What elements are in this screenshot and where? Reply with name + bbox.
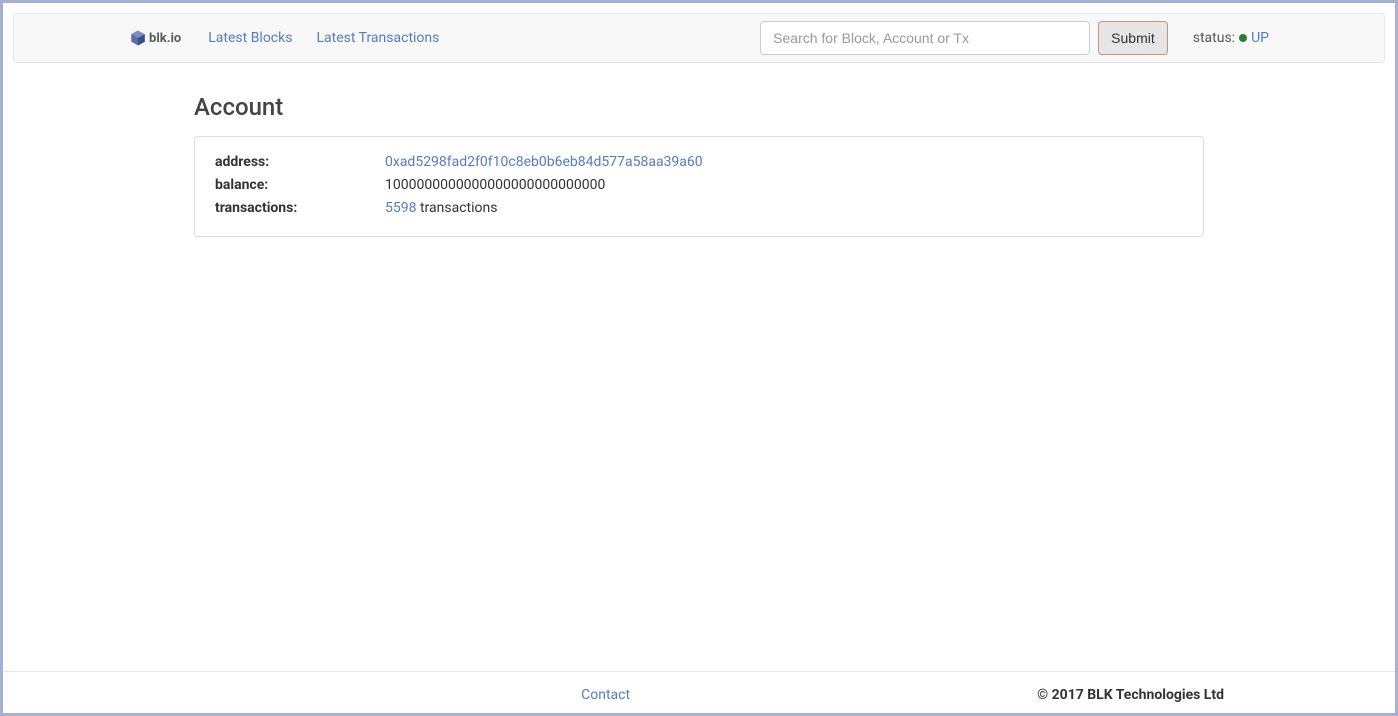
search-form: Submit: [760, 21, 1168, 55]
address-link[interactable]: 0xad5298fad2f0f10c8eb0b6eb84d577a58aa39a…: [385, 154, 703, 170]
nav-links: Latest Blocks Latest Transactions: [196, 15, 451, 61]
nav-latest-transactions[interactable]: Latest Transactions: [304, 15, 451, 61]
search-input[interactable]: [760, 21, 1090, 55]
account-panel: address: 0xad5298fad2f0f10c8eb0b6eb84d57…: [194, 136, 1204, 237]
status-value[interactable]: UP: [1251, 30, 1269, 46]
transactions-row: transactions: 5598 transactions: [215, 198, 1183, 219]
brand-text: blk.io: [149, 31, 181, 46]
status: status: UP: [1193, 30, 1269, 46]
submit-button[interactable]: Submit: [1098, 21, 1168, 55]
page-title: Account: [194, 93, 1204, 121]
transactions-label: transactions:: [215, 198, 385, 219]
contact-link[interactable]: Contact: [581, 687, 630, 703]
balance-row: balance: 1000000000000000000000000000: [215, 175, 1183, 196]
brand-link[interactable]: blk.io: [129, 29, 181, 47]
footer: Contact © 2017 BLK Technologies Ltd: [3, 671, 1395, 713]
nav-latest-blocks[interactable]: Latest Blocks: [196, 15, 304, 61]
cube-icon: [129, 29, 147, 47]
status-dot-icon: [1239, 34, 1247, 42]
transactions-value: 5598 transactions: [385, 198, 497, 219]
navbar: blk.io Latest Blocks Latest Transactions…: [13, 13, 1385, 63]
status-label: status:: [1193, 30, 1235, 46]
balance-value: 1000000000000000000000000000: [385, 175, 605, 196]
address-label: address:: [215, 152, 385, 173]
transactions-count-link[interactable]: 5598: [385, 200, 416, 216]
address-row: address: 0xad5298fad2f0f10c8eb0b6eb84d57…: [215, 152, 1183, 173]
balance-label: balance:: [215, 175, 385, 196]
copyright: © 2017 BLK Technologies Ltd: [1037, 687, 1224, 703]
